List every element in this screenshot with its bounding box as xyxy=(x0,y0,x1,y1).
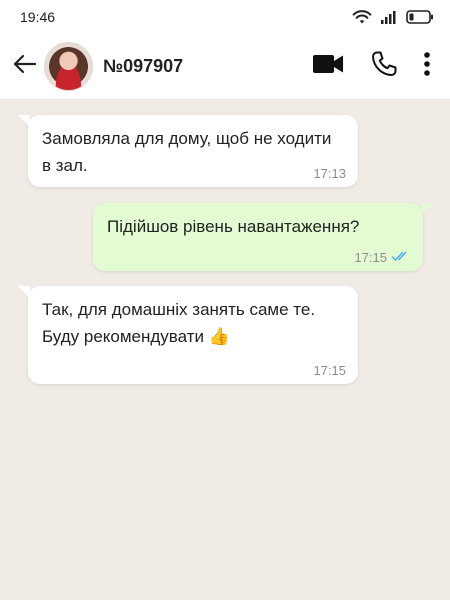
bubble-tail xyxy=(421,203,433,215)
status-bar: 19:46 xyxy=(0,0,450,34)
back-arrow-icon xyxy=(13,54,37,79)
chat-header: №097907 xyxy=(0,34,450,100)
more-options-button[interactable] xyxy=(412,43,442,91)
bubble-tail xyxy=(18,286,30,298)
message-text: Так, для домашніх занять саме те. Буду р… xyxy=(42,300,316,346)
signal-icon xyxy=(380,10,398,24)
message-text: Замовляла для дому, щоб не ходити в зал. xyxy=(42,129,332,175)
message-meta: 17:13 xyxy=(313,166,346,181)
phone-icon xyxy=(370,50,398,83)
wifi-icon xyxy=(352,9,372,25)
message-text: Підійшов рівень навантаження? xyxy=(107,217,360,236)
message-meta: 17:15 xyxy=(313,363,346,378)
back-button[interactable] xyxy=(6,34,44,100)
phone-call-button[interactable] xyxy=(356,43,412,91)
contact-avatar[interactable] xyxy=(44,42,93,91)
status-time: 19:46 xyxy=(20,9,56,25)
message-time: 17:15 xyxy=(313,363,346,378)
message-time: 17:15 xyxy=(354,250,387,265)
message-time: 17:13 xyxy=(313,166,346,181)
bubble-tail xyxy=(18,115,30,127)
incoming-message[interactable]: Замовляла для дому, щоб не ходити в зал.… xyxy=(18,115,358,187)
message-list[interactable]: Замовляла для дому, щоб не ходити в зал.… xyxy=(0,101,450,600)
video-call-button[interactable] xyxy=(300,43,356,91)
contact-name[interactable]: №097907 xyxy=(103,56,300,77)
status-icons xyxy=(352,9,434,25)
more-vertical-icon xyxy=(423,51,431,82)
message-meta: 17:15 xyxy=(354,250,411,265)
header-actions xyxy=(300,43,442,91)
read-ticks-icon xyxy=(391,250,411,265)
outgoing-message[interactable]: Підійшов рівень навантаження? 17:15 xyxy=(93,203,433,271)
video-call-icon xyxy=(312,53,344,80)
battery-icon xyxy=(406,10,434,24)
incoming-message[interactable]: Так, для домашніх занять саме те. Буду р… xyxy=(18,286,358,384)
